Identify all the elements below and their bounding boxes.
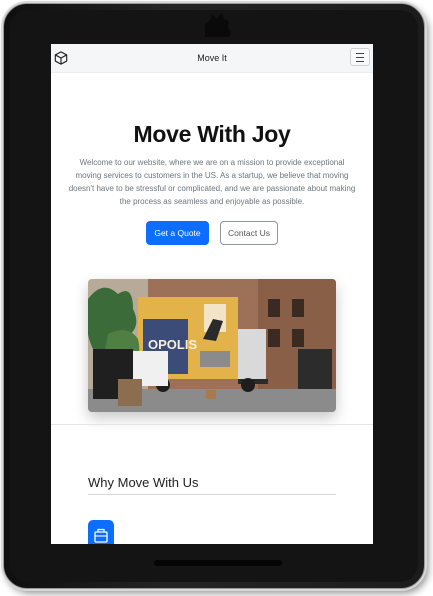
briefcase-icon <box>94 528 108 543</box>
section-divider <box>51 424 373 425</box>
hero-image: OPOLIS <box>88 279 336 412</box>
device-screen: Move It Move With Joy Welcome to our web… <box>51 44 373 544</box>
feature-icon-tile <box>88 520 114 544</box>
contact-us-button[interactable]: Contact Us <box>220 221 278 245</box>
heading-underline <box>88 494 336 495</box>
navbar: Move It <box>51 44 373 73</box>
hamburger-icon <box>356 53 364 54</box>
nav-title[interactable]: Move It <box>51 53 373 63</box>
menu-toggle-button[interactable] <box>350 48 370 66</box>
hamburger-icon <box>356 57 364 58</box>
hero-actions: Get a Quote Contact Us <box>51 221 373 245</box>
hero-description: Welcome to our website, where we are on … <box>68 158 356 206</box>
truck-lettering: OPOLIS <box>148 337 197 352</box>
hero-section: Move With Joy Welcome to our website, wh… <box>51 73 373 245</box>
hero-heading: Move With Joy <box>133 121 291 147</box>
camera-notch-icon <box>205 13 231 37</box>
moving-truck-scene: OPOLIS <box>88 279 336 412</box>
home-indicator <box>154 560 282 566</box>
get-a-quote-button[interactable]: Get a Quote <box>146 221 209 245</box>
why-move-with-us-heading: Why Move With Us <box>88 475 199 490</box>
hamburger-icon <box>356 61 364 62</box>
